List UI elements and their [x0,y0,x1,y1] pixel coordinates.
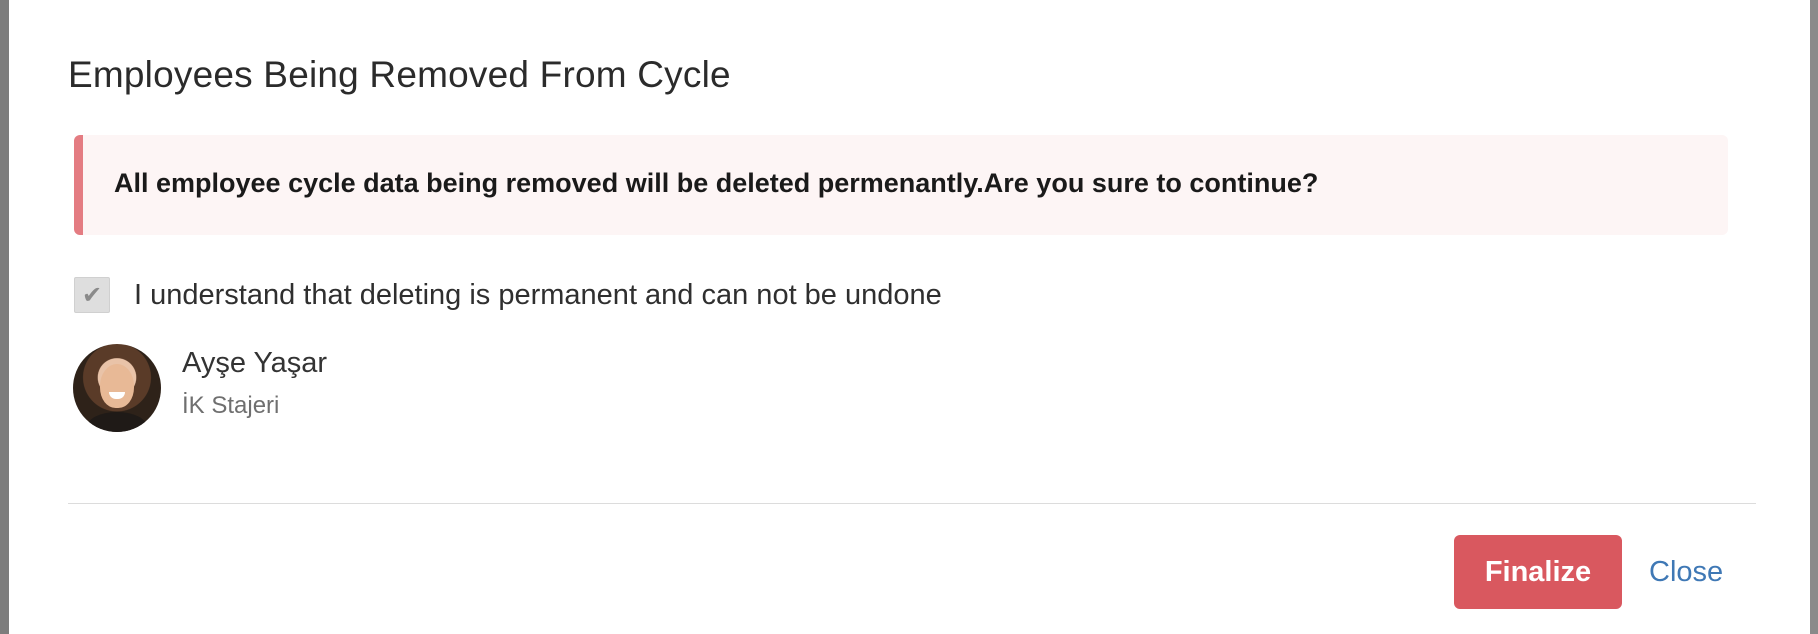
checkmark-icon: ✔ [81,281,103,309]
warning-alert-text: All employee cycle data being removed wi… [114,168,1319,198]
confirm-checkbox-label[interactable]: I understand that deleting is permanent … [134,279,942,312]
footer-divider [68,503,1756,504]
dialog-title: Employees Being Removed From Cycle [68,54,731,95]
employee-list-item: Ayşe Yaşar İK Stajeri [73,344,327,432]
finalize-button[interactable]: Finalize [1454,535,1622,609]
employee-info: Ayşe Yaşar İK Stajeri [182,344,327,420]
avatar-shoulders [87,412,147,432]
remove-employees-dialog: Employees Being Removed From Cycle All e… [9,0,1810,634]
modal-backdrop-right [1810,0,1818,634]
warning-alert: All employee cycle data being removed wi… [74,135,1728,235]
confirm-permanent-delete[interactable]: ✔ I understand that deleting is permanen… [74,276,942,314]
confirm-checkbox[interactable]: ✔ [74,277,110,313]
avatar-face [100,364,134,408]
avatar [73,344,161,432]
close-button[interactable]: Close [1639,535,1733,609]
modal-backdrop-left [0,0,9,634]
employee-name: Ayşe Yaşar [182,347,328,379]
employee-role: İK Stajeri [182,392,280,419]
